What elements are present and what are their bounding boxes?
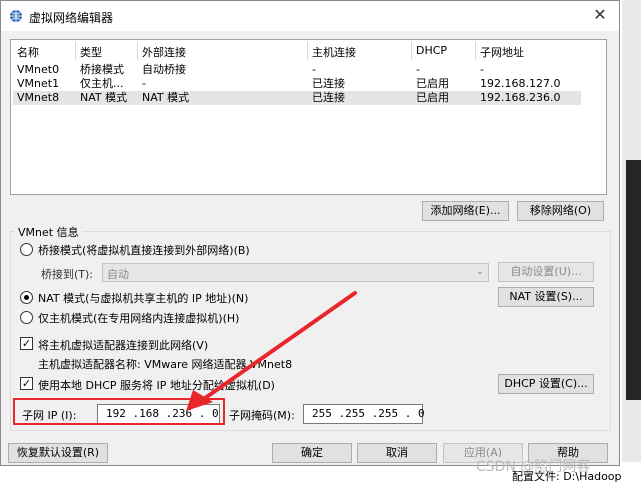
column-separator[interactable] <box>475 42 476 60</box>
remove-network-button[interactable]: 移除网络(O) <box>517 201 604 221</box>
cell-host: - <box>312 63 316 76</box>
cell-dhcp: - <box>416 63 420 76</box>
cancel-button[interactable]: 取消 <box>357 443 437 463</box>
host-only-label[interactable]: 仅主机模式(在专用网络内连接虚拟机)(H) <box>38 310 239 326</box>
close-icon[interactable]: ✕ <box>589 5 611 27</box>
nat-mode-label[interactable]: NAT 模式(与虚拟机共享主机的 IP 地址)(N) <box>38 290 248 306</box>
use-dhcp-label[interactable]: 使用本地 DHCP 服务将 IP 地址分配给虚拟机(D) <box>38 377 275 393</box>
window-title: 虚拟网络编辑器 <box>29 11 114 25</box>
connect-adapter-checkbox[interactable]: ✓ <box>20 337 33 350</box>
background-dark-panel <box>626 160 641 400</box>
dhcp-settings-button[interactable]: DHCP 设置(C)... <box>498 374 594 394</box>
adapter-name-text: 主机虚拟适配器名称: VMware 网络适配器 VMnet8 <box>38 358 293 371</box>
bridge-mode-label[interactable]: 桥接模式(将虚拟机直接连接到外部网络)(B) <box>38 242 250 258</box>
host-only-radio[interactable] <box>20 311 33 324</box>
bridge-mode-radio[interactable] <box>20 243 33 256</box>
table-row-selected[interactable]: VMnet8 NAT 模式 NAT 模式 已连接 已启用 192.168.236… <box>13 91 581 105</box>
ok-button[interactable]: 确定 <box>272 443 352 463</box>
cell-external: NAT 模式 <box>142 91 190 104</box>
bridge-to-label: 桥接到(T): <box>41 268 94 281</box>
vmnet-info-legend: VMnet 信息 <box>15 224 82 240</box>
network-list[interactable]: 名称 类型 外部连接 主机连接 DHCP 子网地址 VMnet0 桥接模式 自动… <box>10 39 607 195</box>
auto-settings-button[interactable]: 自动设置(U)... <box>498 262 594 282</box>
column-separator[interactable] <box>411 42 412 60</box>
column-header-external[interactable]: 外部连接 <box>142 44 186 60</box>
cell-name: VMnet0 <box>17 63 60 76</box>
cell-host: 已连接 <box>312 77 345 90</box>
cell-dhcp: 已启用 <box>416 77 449 90</box>
column-header-type[interactable]: 类型 <box>80 44 102 60</box>
cell-external: - <box>142 77 146 90</box>
use-dhcp-checkbox[interactable]: ✓ <box>20 377 33 390</box>
column-separator[interactable] <box>75 42 76 60</box>
table-row[interactable]: VMnet1 仅主机... - 已连接 已启用 192.168.127.0 <box>13 77 581 91</box>
chevron-down-icon: ⌄ <box>475 266 484 277</box>
cell-subnet: 192.168.236.0 <box>480 91 561 104</box>
cell-type: NAT 模式 <box>80 91 128 104</box>
title-bar: 虚拟网络编辑器 ✕ <box>1 1 619 31</box>
bridge-to-value: 自动 <box>107 268 129 281</box>
highlight-box <box>13 398 225 425</box>
table-row[interactable]: VMnet0 桥接模式 自动桥接 - - - <box>13 63 581 77</box>
network-icon <box>10 10 22 22</box>
column-header-dhcp[interactable]: DHCP <box>416 44 447 57</box>
subnet-mask-input[interactable]: 255 .255 .255 . 0 <box>303 404 425 424</box>
cell-dhcp: 已启用 <box>416 91 449 104</box>
cell-subnet: - <box>480 63 484 76</box>
column-header-name[interactable]: 名称 <box>17 44 39 60</box>
cell-host: 已连接 <box>312 91 345 104</box>
column-header-subnet[interactable]: 子网地址 <box>480 44 524 60</box>
nat-mode-radio[interactable] <box>20 291 33 304</box>
bridge-to-select[interactable]: 自动 ⌄ <box>102 263 489 282</box>
virtual-network-editor-dialog: 虚拟网络编辑器 ✕ 名称 类型 外部连接 主机连接 DHCP 子网地址 VMne… <box>0 0 620 466</box>
cell-type: 桥接模式 <box>80 63 124 76</box>
cell-type: 仅主机... <box>80 77 124 90</box>
add-network-button[interactable]: 添加网络(E)... <box>422 201 509 221</box>
cell-name: VMnet1 <box>17 77 60 90</box>
cell-external: 自动桥接 <box>142 63 186 76</box>
nat-settings-button[interactable]: NAT 设置(S)... <box>498 287 594 307</box>
connect-adapter-label[interactable]: 将主机虚拟适配器连接到此网络(V) <box>38 337 208 353</box>
cell-subnet: 192.168.127.0 <box>480 77 561 90</box>
column-separator[interactable] <box>307 42 308 60</box>
restore-defaults-button[interactable]: 恢复默认设置(R) <box>8 443 108 463</box>
column-separator[interactable] <box>137 42 138 60</box>
subnet-mask-label: 子网掩码(M): <box>229 409 295 422</box>
watermark-text: CSDN @陷门网客 <box>476 459 591 475</box>
cell-name: VMnet8 <box>17 91 60 104</box>
column-header-host[interactable]: 主机连接 <box>312 44 356 60</box>
